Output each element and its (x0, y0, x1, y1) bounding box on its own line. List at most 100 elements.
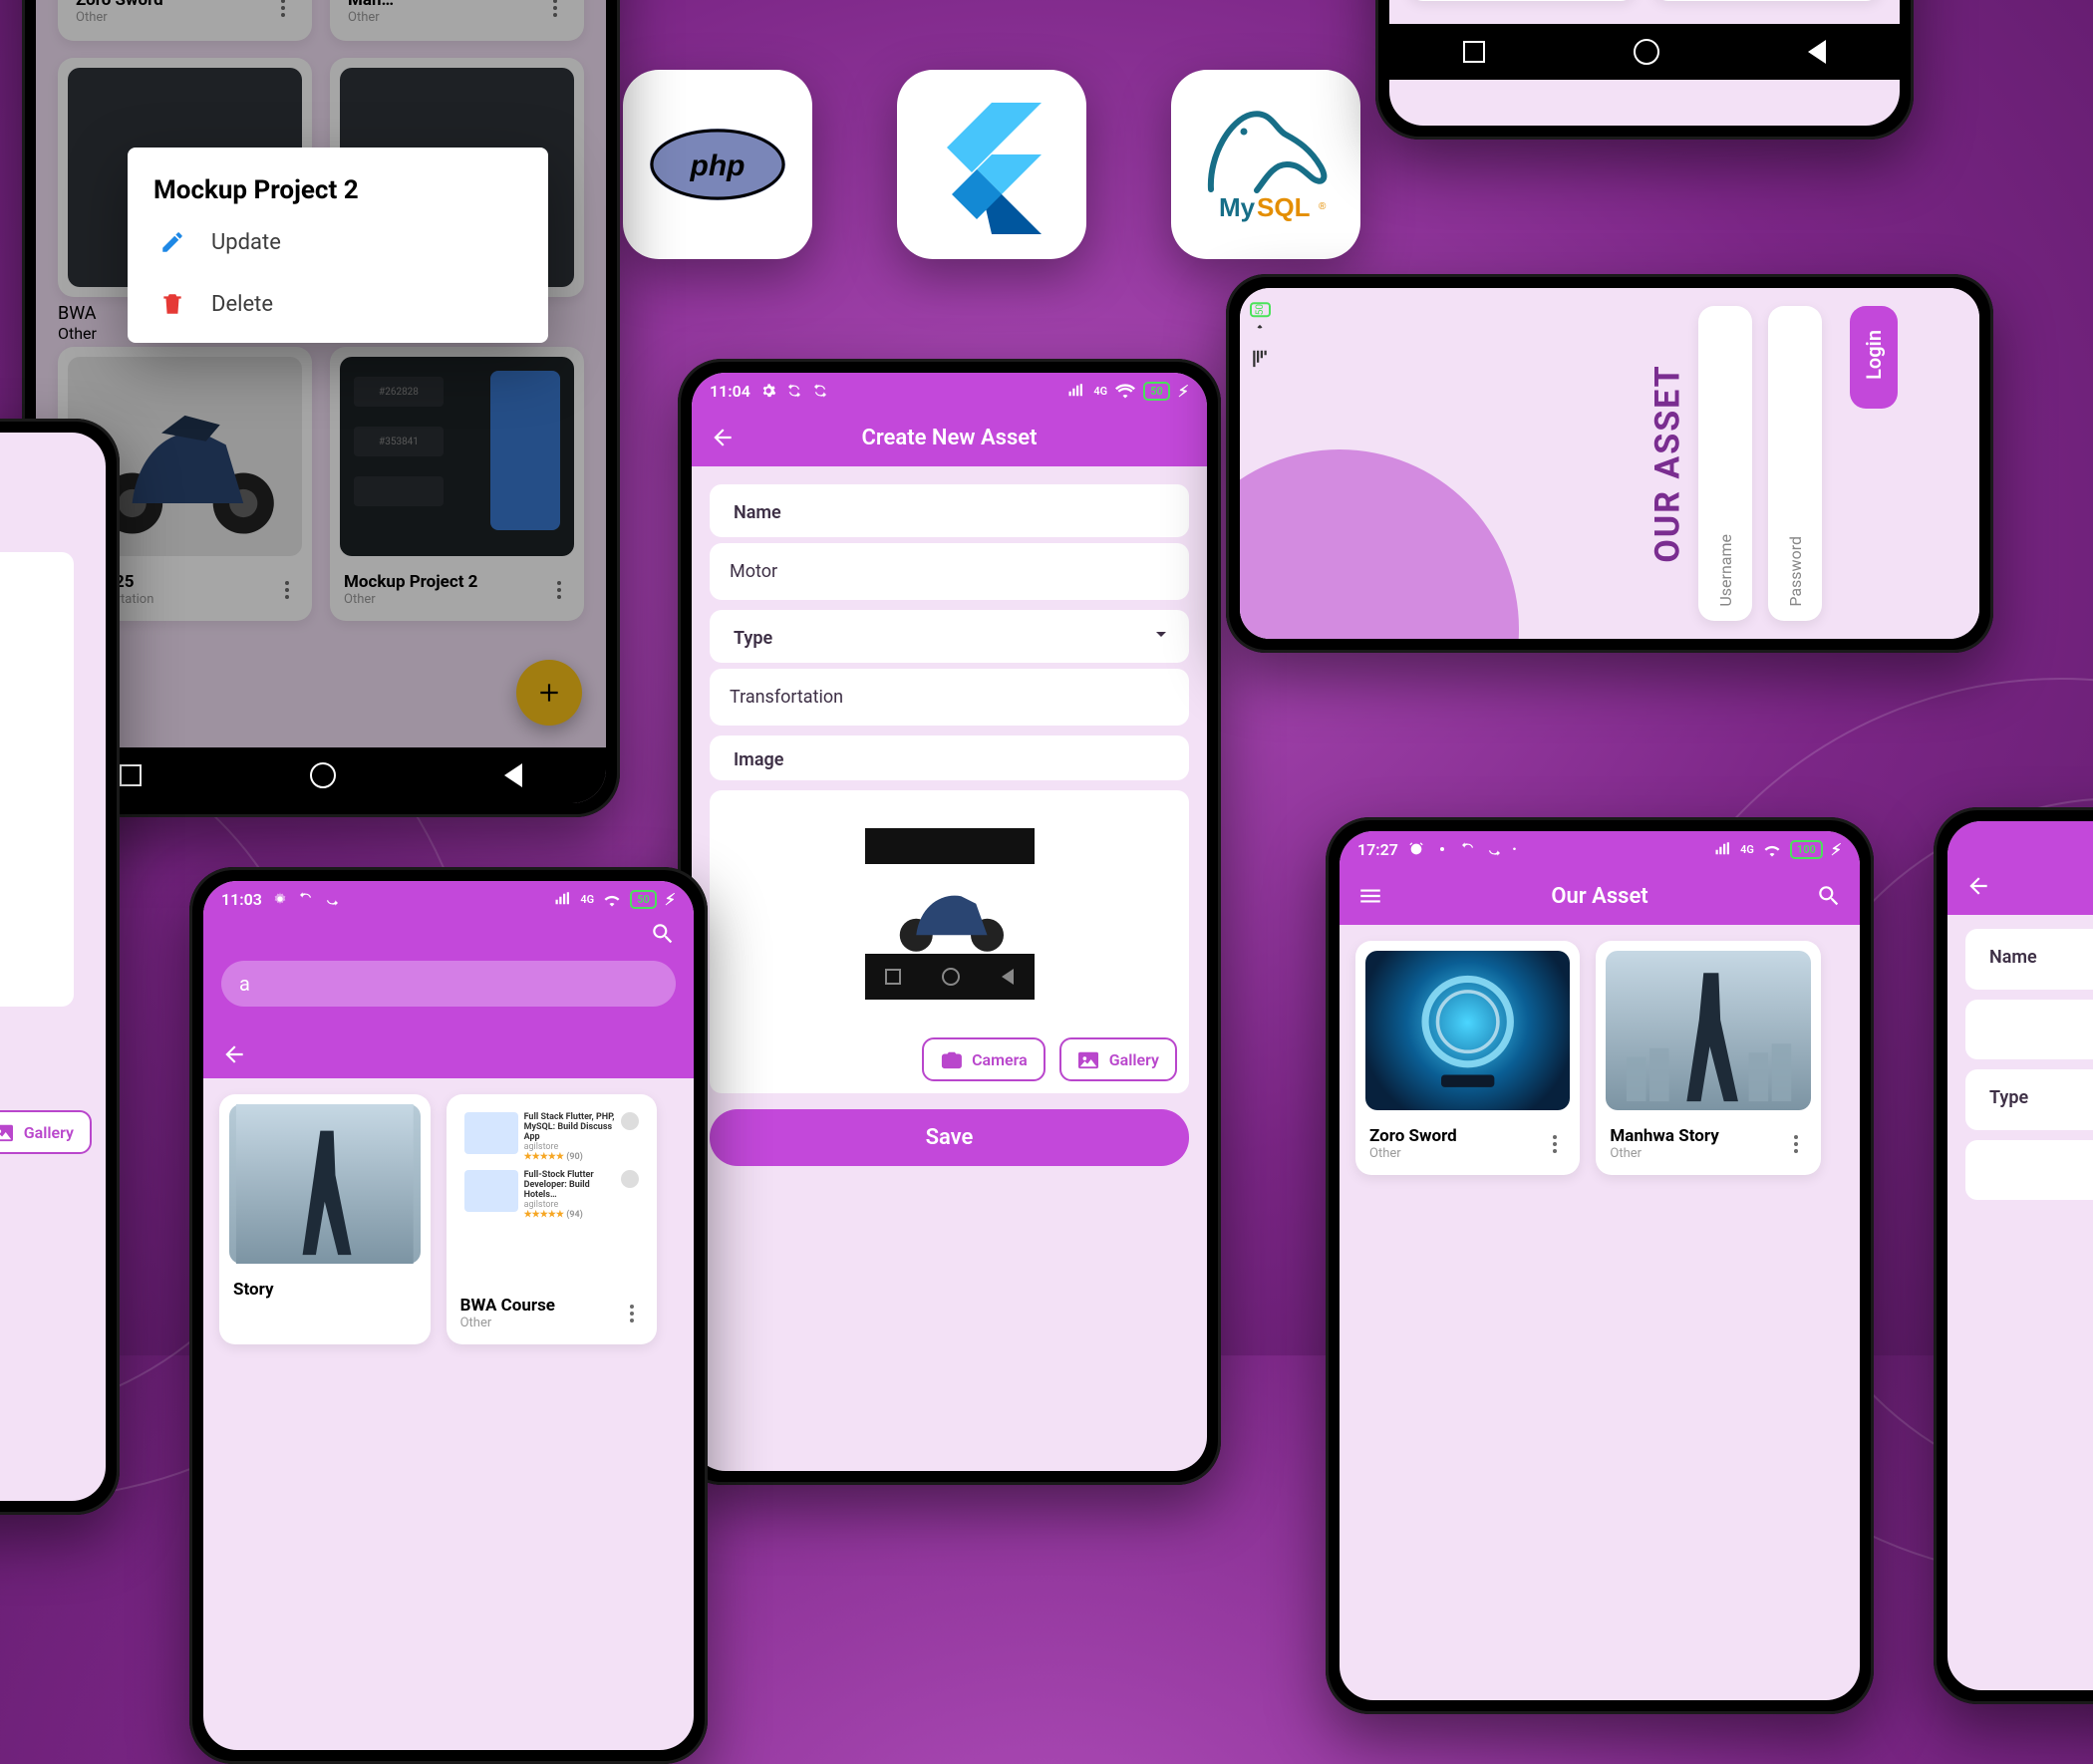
phone-edge-left: Gallery (0, 419, 120, 1515)
asset-type: Other (1369, 1146, 1457, 1161)
wifi-icon (602, 891, 622, 907)
battery-icon: 50 (1143, 382, 1170, 401)
tech-logo-mysql: My SQL ® (1171, 70, 1360, 259)
more-icon[interactable] (1785, 1135, 1807, 1153)
appbar: Our Asset (1340, 867, 1860, 925)
nav-back-icon[interactable] (1808, 40, 1826, 64)
asset-card[interactable]: Manhwa Story Other (1596, 941, 1820, 1175)
dialog-action-label: Delete (211, 292, 273, 317)
status-bar: 11:04 4G 50 ⚡︎ (692, 373, 1207, 409)
asset-title: Zoro Sword (1369, 1126, 1457, 1146)
chevron-down-icon[interactable] (1149, 622, 1173, 646)
phone-login: 11:02 ✿ ◌ ◌ 50 OUR ASSET Username Passwo… (1226, 274, 1993, 653)
image-icon (0, 1122, 14, 1142)
dialog-action-delete[interactable]: Delete (153, 273, 522, 335)
wifi-icon (1252, 323, 1268, 343)
password-field[interactable]: Password (1768, 306, 1822, 621)
asset-card[interactable]: Full Stack Flutter, PHP, MySQL: Build Di… (447, 1094, 658, 1344)
back-icon[interactable] (1965, 873, 1991, 899)
nav-home-icon[interactable] (310, 762, 336, 788)
status-bar: 17:27 · 4G 100 ⚡︎ (1340, 831, 1860, 867)
trash-icon (159, 291, 185, 317)
sync-icon (812, 383, 828, 399)
sync-icon (1486, 841, 1502, 857)
search-input[interactable]: a (221, 961, 676, 1007)
alarm-icon (1408, 841, 1424, 857)
battery-icon: 50 (630, 890, 657, 909)
tech-logo-flutter (897, 70, 1086, 259)
type-field[interactable]: Transfortation (710, 669, 1189, 726)
svg-text:SQL: SQL (1257, 192, 1311, 222)
phone-top-right-partial: Mio 125 Transfortation Mockup (1375, 0, 1914, 140)
sync-icon (298, 891, 314, 907)
modal-scrim[interactable] (36, 0, 606, 803)
phone-search: 11:03 4G 50 ⚡︎ a (189, 867, 708, 1764)
phone-create-asset: 11:04 4G 50 ⚡︎ Create New Asset (678, 359, 1221, 1485)
appbar-title: Create New Asset (861, 426, 1037, 450)
login-title: OUR ASSET (1648, 364, 1688, 562)
image-icon (1077, 1049, 1099, 1069)
search-icon[interactable] (650, 921, 676, 947)
asset-type: Other (1610, 1146, 1718, 1161)
login-button[interactable]: Login (1850, 306, 1898, 409)
dialog-action-update[interactable]: Update (153, 211, 522, 273)
nav-recent-icon[interactable] (120, 764, 142, 786)
back-icon[interactable] (221, 1041, 247, 1067)
search-icon[interactable] (1816, 883, 1842, 909)
save-button[interactable]: Save (710, 1109, 1189, 1166)
image-preview: Camera Gallery (710, 790, 1189, 1093)
username-field[interactable]: Username (1698, 306, 1752, 621)
type-value: Transfortation (730, 687, 1169, 708)
asset-actions-dialog: Mockup Project 2 Update Delete (128, 147, 548, 343)
appbar (1947, 857, 2093, 915)
pencil-icon (159, 229, 185, 255)
more-icon[interactable] (621, 1305, 643, 1323)
gallery-button[interactable]: Gallery (0, 1110, 92, 1154)
sync-icon (1460, 841, 1476, 857)
nav-back-icon[interactable] (504, 763, 522, 787)
field-label-name: Name (1985, 947, 2093, 972)
dialog-title: Mockup Project 2 (153, 175, 522, 205)
menu-icon[interactable] (1357, 883, 1383, 909)
signal-icon (1067, 384, 1085, 398)
android-navbar[interactable] (1389, 24, 1900, 80)
field-label-image: Image (730, 749, 1169, 774)
dialog-action-label: Update (211, 230, 281, 255)
sync-icon (786, 383, 802, 399)
artwork-placeholder-icon (1365, 951, 1570, 1110)
name-value: Motor (730, 561, 1169, 582)
nav-recent-icon[interactable] (1463, 41, 1485, 63)
status-bar (1947, 821, 2093, 857)
type-field[interactable] (1965, 1140, 2093, 1200)
appbar: Create New Asset (692, 409, 1207, 466)
asset-title: BWA Course (460, 1296, 555, 1316)
phone-right-narrow: Name Type (1934, 807, 2093, 1704)
asset-title: Story (233, 1280, 274, 1300)
gallery-button[interactable]: Gallery (1059, 1037, 1177, 1081)
asset-card[interactable]: Zoro Sword Other (1355, 941, 1580, 1175)
gear-icon (1434, 841, 1450, 857)
appbar-title: Our Asset (1551, 884, 1647, 909)
asset-card[interactable]: Story (219, 1094, 431, 1344)
field-label-name: Name (730, 502, 1169, 527)
name-field[interactable]: Motor (710, 543, 1189, 600)
svg-text:My: My (1219, 192, 1256, 222)
camera-button[interactable]: Camera (922, 1037, 1046, 1081)
gear-icon (272, 891, 288, 907)
artwork-placeholder-icon (1606, 951, 1810, 1110)
back-icon[interactable] (710, 425, 736, 450)
android-navbar[interactable] (36, 747, 606, 803)
signal-icon (1253, 349, 1267, 367)
more-icon[interactable] (1544, 1135, 1566, 1153)
field-label-type: Type (1985, 1087, 2093, 1112)
artwork-placeholder-icon (229, 1104, 421, 1264)
name-field[interactable] (1965, 1000, 2093, 1059)
canvas: php My SQL ® (0, 0, 2093, 1355)
signal-icon (554, 892, 572, 906)
search-query: a (239, 972, 250, 996)
nav-home-icon[interactable] (1634, 39, 1659, 65)
wifi-icon (1115, 383, 1135, 399)
camera-icon (940, 1049, 962, 1069)
tech-logo-php: php (623, 70, 812, 259)
svg-text:®: ® (1319, 201, 1327, 212)
